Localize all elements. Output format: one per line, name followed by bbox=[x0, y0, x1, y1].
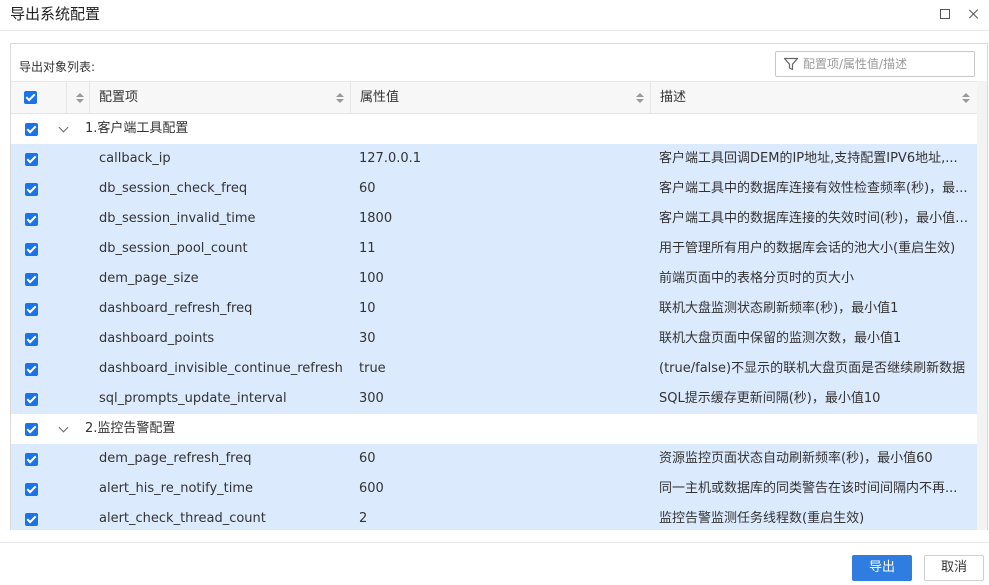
column-header-value[interactable]: 属性值 bbox=[360, 82, 399, 113]
cell-desc: 资源监控页面状态自动刷新频率(秒)，最小值60 bbox=[659, 451, 933, 466]
row-checkbox[interactable] bbox=[25, 213, 38, 226]
sort-icon[interactable] bbox=[636, 93, 644, 103]
cell-item: sql_prompts_update_interval bbox=[99, 391, 287, 406]
footer-divider bbox=[0, 542, 989, 543]
column-header-item[interactable]: 配置项 bbox=[99, 82, 138, 113]
cell-value: 10 bbox=[359, 301, 376, 316]
cell-item: dem_page_size bbox=[99, 271, 199, 286]
table-row[interactable]: alert_check_thread_count 2 监控告警监测任务线程数(重… bbox=[11, 504, 977, 530]
header-divider bbox=[350, 82, 351, 113]
group-label: 2.监控告警配置 bbox=[85, 421, 176, 436]
sort-icon[interactable] bbox=[76, 93, 84, 103]
cell-item: dem_page_refresh_freq bbox=[99, 451, 252, 466]
title-divider bbox=[0, 30, 989, 31]
row-checkbox[interactable] bbox=[25, 453, 38, 466]
table-row[interactable]: dashboard_refresh_freq 10 联机大盘监测状态刷新频率(秒… bbox=[11, 294, 977, 324]
cell-desc: 客户端工具中的数据库连接的失效时间(秒)，最小值60 bbox=[659, 211, 971, 226]
table-row[interactable]: db_session_invalid_time 1800 客户端工具中的数据库连… bbox=[11, 204, 977, 234]
cell-value: 600 bbox=[359, 481, 384, 496]
dialog-title: 导出系统配置 bbox=[10, 5, 101, 23]
header-divider bbox=[89, 82, 90, 113]
cell-value: 100 bbox=[359, 271, 384, 286]
cell-value: 1800 bbox=[359, 211, 393, 226]
cell-item: dashboard_invisible_continue_refresh bbox=[99, 361, 343, 376]
cell-desc: 前端页面中的表格分页时的页大小 bbox=[659, 271, 855, 286]
table-row[interactable]: dem_page_refresh_freq 60 资源监控页面状态自动刷新频率(… bbox=[11, 444, 977, 474]
cell-value: true bbox=[359, 361, 386, 376]
row-checkbox[interactable] bbox=[25, 273, 38, 286]
cell-desc: SQL提示缓存更新间隔(秒)，最小值10 bbox=[659, 391, 881, 406]
cell-item: db_session_pool_count bbox=[99, 241, 248, 256]
cell-value: 300 bbox=[359, 391, 384, 406]
row-checkbox[interactable] bbox=[25, 333, 38, 346]
table-row[interactable]: db_session_pool_count 11 用于管理所有用户的数据库会话的… bbox=[11, 234, 977, 264]
group-row[interactable]: 2.监控告警配置 bbox=[11, 414, 977, 444]
cell-item: dashboard_refresh_freq bbox=[99, 301, 253, 316]
row-checkbox[interactable] bbox=[25, 393, 38, 406]
cell-value: 30 bbox=[359, 331, 376, 346]
chevron-down-icon[interactable] bbox=[58, 422, 69, 433]
export-list-label: 导出对象列表: bbox=[19, 60, 96, 74]
sort-icon[interactable] bbox=[336, 93, 344, 103]
export-panel: 导出对象列表: 配置项 属性值 描述 1.客户端工具配置 callback_ip… bbox=[10, 43, 988, 530]
column-header-desc[interactable]: 描述 bbox=[660, 82, 686, 113]
row-checkbox[interactable] bbox=[25, 183, 38, 196]
row-checkbox[interactable] bbox=[25, 243, 38, 256]
row-checkbox[interactable] bbox=[25, 303, 38, 316]
sort-icon[interactable] bbox=[962, 93, 970, 103]
cell-desc: 联机大盘页面中保留的监测次数，最小值1 bbox=[659, 331, 902, 346]
row-checkbox[interactable] bbox=[25, 153, 38, 166]
cell-item: db_session_invalid_time bbox=[99, 211, 256, 226]
export-button[interactable]: 导出 bbox=[852, 555, 912, 581]
header-divider bbox=[66, 82, 67, 113]
maximize-icon[interactable] bbox=[937, 6, 953, 22]
cell-desc: 客户端工具回调DEM的IP地址,支持配置IPV6地址,... bbox=[659, 151, 958, 166]
cell-desc: 联机大盘监测状态刷新频率(秒)，最小值1 bbox=[659, 301, 899, 316]
table-row[interactable]: db_session_check_freq 60 客户端工具中的数据库连接有效性… bbox=[11, 174, 977, 204]
cell-desc: 监控告警监测任务线程数(重启生效) bbox=[659, 511, 865, 526]
row-checkbox[interactable] bbox=[25, 513, 38, 526]
table-row[interactable]: sql_prompts_update_interval 300 SQL提示缓存更… bbox=[11, 384, 977, 414]
cell-value: 60 bbox=[359, 181, 376, 196]
table-body: 1.客户端工具配置 callback_ip 127.0.0.1 客户端工具回调D… bbox=[11, 114, 977, 530]
table-row[interactable]: dem_page_size 100 前端页面中的表格分页时的页大小 bbox=[11, 264, 977, 294]
cell-value: 11 bbox=[359, 241, 376, 256]
group-checkbox[interactable] bbox=[25, 123, 38, 136]
cell-value: 127.0.0.1 bbox=[359, 151, 422, 166]
table-row[interactable]: alert_his_re_notify_time 600 同一主机或数据库的同类… bbox=[11, 474, 977, 504]
filter-input[interactable] bbox=[803, 54, 971, 74]
chevron-down-icon[interactable] bbox=[58, 122, 69, 133]
filter-icon bbox=[783, 57, 799, 71]
cell-value: 2 bbox=[359, 511, 368, 526]
cell-desc: 用于管理所有用户的数据库会话的池大小(重启生效) bbox=[659, 241, 956, 256]
cell-desc: 同一主机或数据库的同类警告在该时间间隔内不再... bbox=[659, 481, 958, 496]
group-label: 1.客户端工具配置 bbox=[85, 121, 189, 136]
row-checkbox[interactable] bbox=[25, 363, 38, 376]
table-row[interactable]: dashboard_invisible_continue_refresh tru… bbox=[11, 354, 977, 384]
table-header: 配置项 属性值 描述 bbox=[11, 81, 977, 114]
filter-box[interactable] bbox=[775, 51, 975, 77]
dialog-titlebar: 导出系统配置 bbox=[0, 0, 989, 30]
cell-desc: 客户端工具中的数据库连接有效性检查频率(秒)，最... bbox=[659, 181, 968, 196]
cell-item: alert_his_re_notify_time bbox=[99, 481, 254, 496]
close-icon[interactable] bbox=[966, 6, 982, 22]
cell-value: 60 bbox=[359, 451, 376, 466]
cell-item: dashboard_points bbox=[99, 331, 215, 346]
table-row[interactable]: callback_ip 127.0.0.1 客户端工具回调DEM的IP地址,支持… bbox=[11, 144, 977, 174]
group-row[interactable]: 1.客户端工具配置 bbox=[11, 114, 977, 144]
cancel-button[interactable]: 取消 bbox=[924, 555, 984, 581]
group-checkbox[interactable] bbox=[25, 423, 38, 436]
vertical-scrollbar[interactable] bbox=[977, 81, 987, 530]
cell-item: db_session_check_freq bbox=[99, 181, 248, 196]
table-row[interactable]: dashboard_points 30 联机大盘页面中保留的监测次数，最小值1 bbox=[11, 324, 977, 354]
cell-desc: (true/false)不显示的联机大盘页面是否继续刷新数据 bbox=[659, 361, 966, 376]
cell-item: alert_check_thread_count bbox=[99, 511, 266, 526]
header-divider bbox=[650, 82, 651, 113]
row-checkbox[interactable] bbox=[25, 483, 38, 496]
cell-item: callback_ip bbox=[99, 151, 171, 166]
select-all-checkbox[interactable] bbox=[24, 91, 37, 104]
